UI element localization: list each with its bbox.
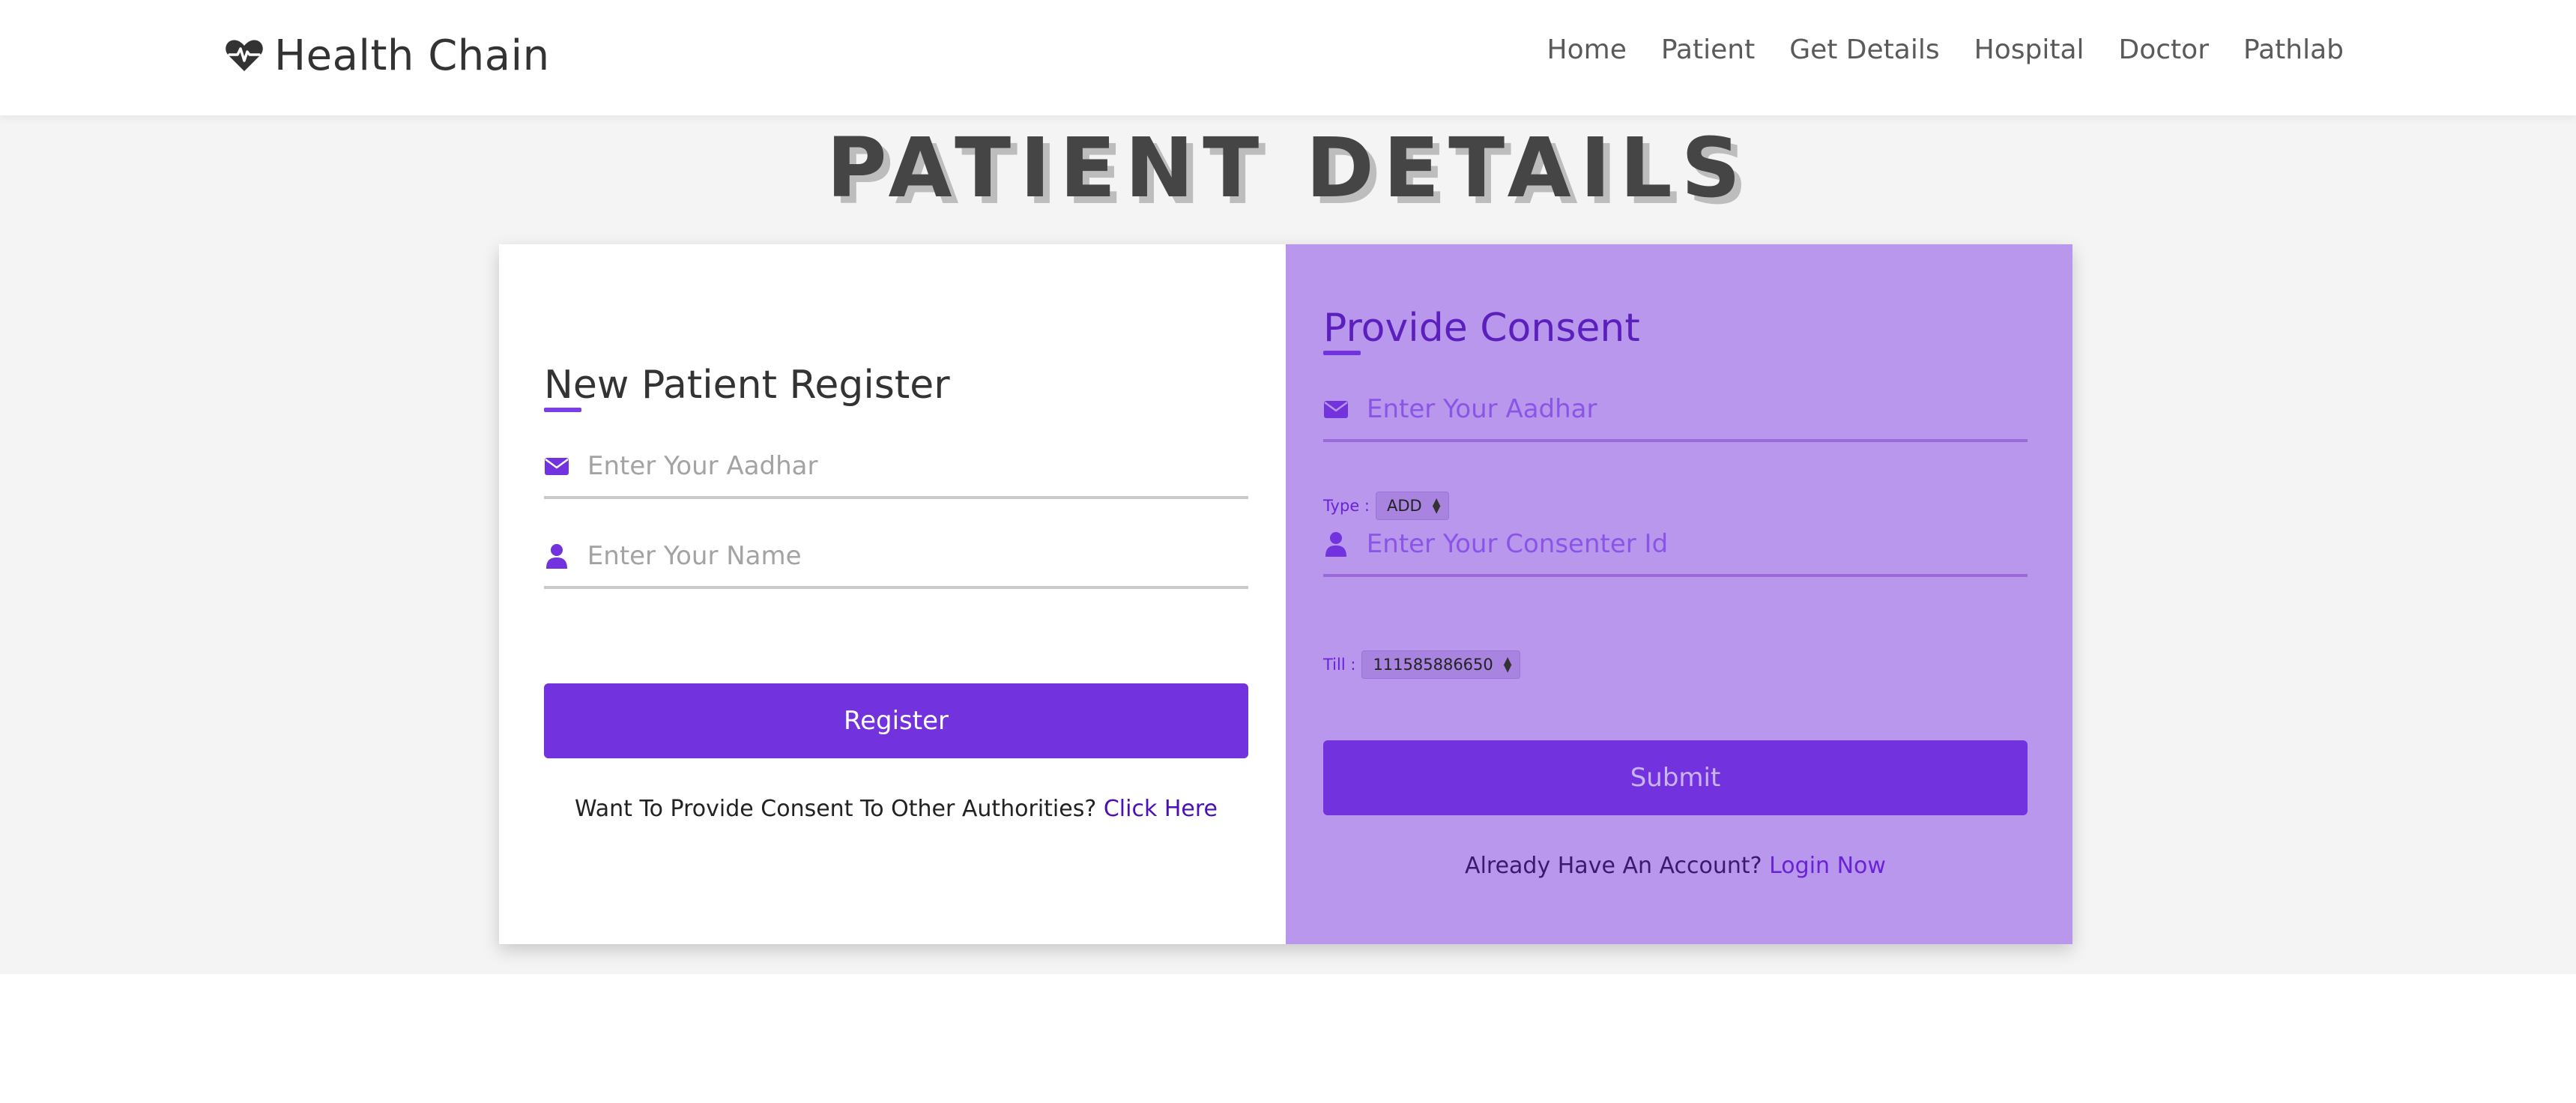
user-icon <box>544 543 569 569</box>
heading-underline <box>1323 351 1361 355</box>
main-section: PATIENT DETAILS New Patient Register Ent… <box>0 115 2576 974</box>
nav-home[interactable]: Home <box>1547 34 1627 65</box>
consent-heading: Provide Consent <box>1323 306 1640 351</box>
envelope-icon <box>544 453 569 480</box>
consent-panel: Provide Consent Type : ADD ▲▼ <box>1286 244 2072 944</box>
register-name-field <box>544 526 1248 589</box>
register-name-input[interactable] <box>587 534 1248 578</box>
register-aadhar-input[interactable] <box>587 444 1248 489</box>
type-label: Type : <box>1323 497 1370 515</box>
brand-name: Health Chain <box>274 31 550 80</box>
nav-doctor[interactable]: Doctor <box>2119 34 2209 65</box>
select-arrows-icon: ▲ ▼ <box>1432 496 1441 516</box>
till-select-value: 111585886650 <box>1373 656 1493 674</box>
register-aadhar-field <box>544 436 1248 499</box>
main-nav: Home Patient Get Details Hospital Doctor… <box>1547 34 2344 65</box>
brand[interactable]: Health Chain <box>225 28 550 82</box>
nav-patient[interactable]: Patient <box>1661 34 1755 65</box>
nav-get-details[interactable]: Get Details <box>1789 34 1939 65</box>
till-label: Till : <box>1323 656 1356 674</box>
nav-pathlab[interactable]: Pathlab <box>2243 34 2344 65</box>
page-title: PATIENT DETAILS <box>826 120 1750 216</box>
form-card: New Patient Register Enter Your Aadhar E… <box>499 244 2072 944</box>
consenter-id-field <box>1323 514 2028 577</box>
heartbeat-icon <box>225 38 264 73</box>
nav-hospital[interactable]: Hospital <box>1974 34 2084 65</box>
navbar: Health Chain Home Patient Get Details Ho… <box>0 0 2576 115</box>
select-arrows-icon: ▲ ▼ <box>1503 655 1512 674</box>
consenter-id-input[interactable] <box>1366 522 2028 566</box>
click-here-link[interactable]: Click Here <box>1104 796 1218 822</box>
consent-aadhar-field <box>1323 379 2028 442</box>
submit-button[interactable]: Submit <box>1323 740 2028 815</box>
register-footnote: Want To Provide Consent To Other Authori… <box>544 796 1248 822</box>
consent-footnote: Already Have An Account? Login Now <box>1323 853 2028 879</box>
register-footnote-text: Want To Provide Consent To Other Authori… <box>575 796 1097 822</box>
register-heading: New Patient Register <box>544 363 950 408</box>
till-select[interactable]: 111585886650 ▲ ▼ <box>1361 650 1520 679</box>
register-panel: New Patient Register Enter Your Aadhar E… <box>499 244 1286 944</box>
heading-underline <box>544 408 581 412</box>
envelope-icon <box>1323 396 1349 423</box>
consent-footnote-text: Already Have An Account? <box>1465 853 1762 879</box>
type-select-value: ADD <box>1387 497 1422 515</box>
user-icon <box>1323 531 1349 557</box>
login-now-link[interactable]: Login Now <box>1769 853 1886 879</box>
consent-aadhar-input[interactable] <box>1367 387 2028 432</box>
till-row: Till : 111585886650 ▲ ▼ <box>1323 650 1520 679</box>
register-button[interactable]: Register <box>544 683 1248 758</box>
